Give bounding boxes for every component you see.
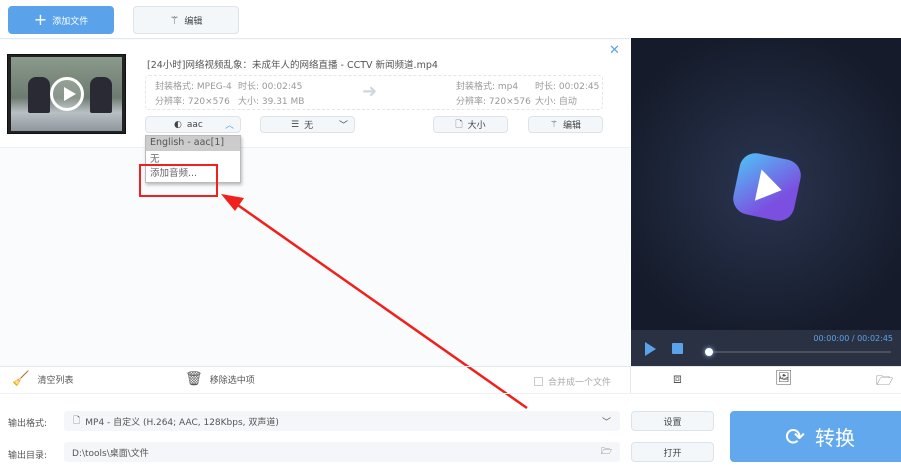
file-video-icon: 🗋 bbox=[73, 416, 81, 426]
merge-checkbox[interactable]: 合并成一个文件 bbox=[534, 375, 611, 388]
settings-label: 设置 bbox=[663, 417, 682, 428]
settings-button[interactable]: 设置 bbox=[631, 411, 714, 431]
player-time: 00:00:00 / 00:02:45 bbox=[813, 334, 893, 343]
output-format-label: 输出格式: bbox=[8, 419, 48, 429]
remove-selected-button[interactable]: 🗑 移除选中项 bbox=[185, 371, 255, 387]
open-button[interactable]: 打开 bbox=[631, 442, 714, 462]
refresh-icon: ⟳ bbox=[784, 422, 806, 451]
preview-panel: 00:00:00 / 00:02:45 bbox=[631, 38, 901, 366]
browse-folder-icon[interactable]: 🗁 bbox=[601, 444, 612, 460]
play-icon[interactable] bbox=[645, 342, 656, 356]
divider bbox=[630, 366, 631, 393]
folder-icon[interactable]: 🗁 bbox=[876, 370, 893, 394]
checkbox[interactable] bbox=[534, 377, 543, 386]
seek-bar[interactable] bbox=[709, 351, 891, 353]
output-dir-input[interactable]: D:\tools\桌面\文件 🗁 bbox=[64, 442, 620, 462]
chevron-down-icon: ﹀ bbox=[601, 417, 611, 428]
remove-selected-label: 移除选中项 bbox=[209, 375, 255, 386]
app-logo-icon bbox=[730, 150, 804, 224]
convert-button[interactable]: ⟳ 转换 bbox=[730, 411, 901, 462]
output-dir-value: D:\tools\桌面\文件 bbox=[72, 448, 149, 459]
player-controls: 00:00:00 / 00:02:45 bbox=[631, 330, 901, 366]
divider bbox=[0, 393, 901, 394]
seek-handle[interactable] bbox=[705, 348, 713, 356]
output-format-value: MP4 - 自定义 (H.264; AAC, 128Kbps, 双声道) bbox=[85, 417, 279, 428]
output-dir-label: 输出目录: bbox=[8, 451, 48, 461]
stop-icon[interactable] bbox=[672, 343, 683, 354]
screenshot-icon[interactable]: ⧈ bbox=[673, 371, 682, 387]
output-format-select[interactable]: 🗋 MP4 - 自定义 (H.264; AAC, 128Kbps, 双声道) ﹀ bbox=[64, 411, 620, 431]
broom-icon: 🧹 bbox=[12, 371, 30, 387]
open-label: 打开 bbox=[663, 448, 682, 459]
merge-label: 合并成一个文件 bbox=[548, 378, 612, 388]
divider bbox=[0, 366, 901, 367]
clear-list-button[interactable]: 🧹 清空列表 bbox=[12, 371, 73, 387]
clear-list-label: 清空列表 bbox=[37, 375, 74, 386]
trash-icon: 🗑 bbox=[185, 371, 203, 387]
convert-label: 转换 bbox=[815, 426, 856, 450]
image-icon[interactable]: 🖼 bbox=[775, 370, 793, 386]
